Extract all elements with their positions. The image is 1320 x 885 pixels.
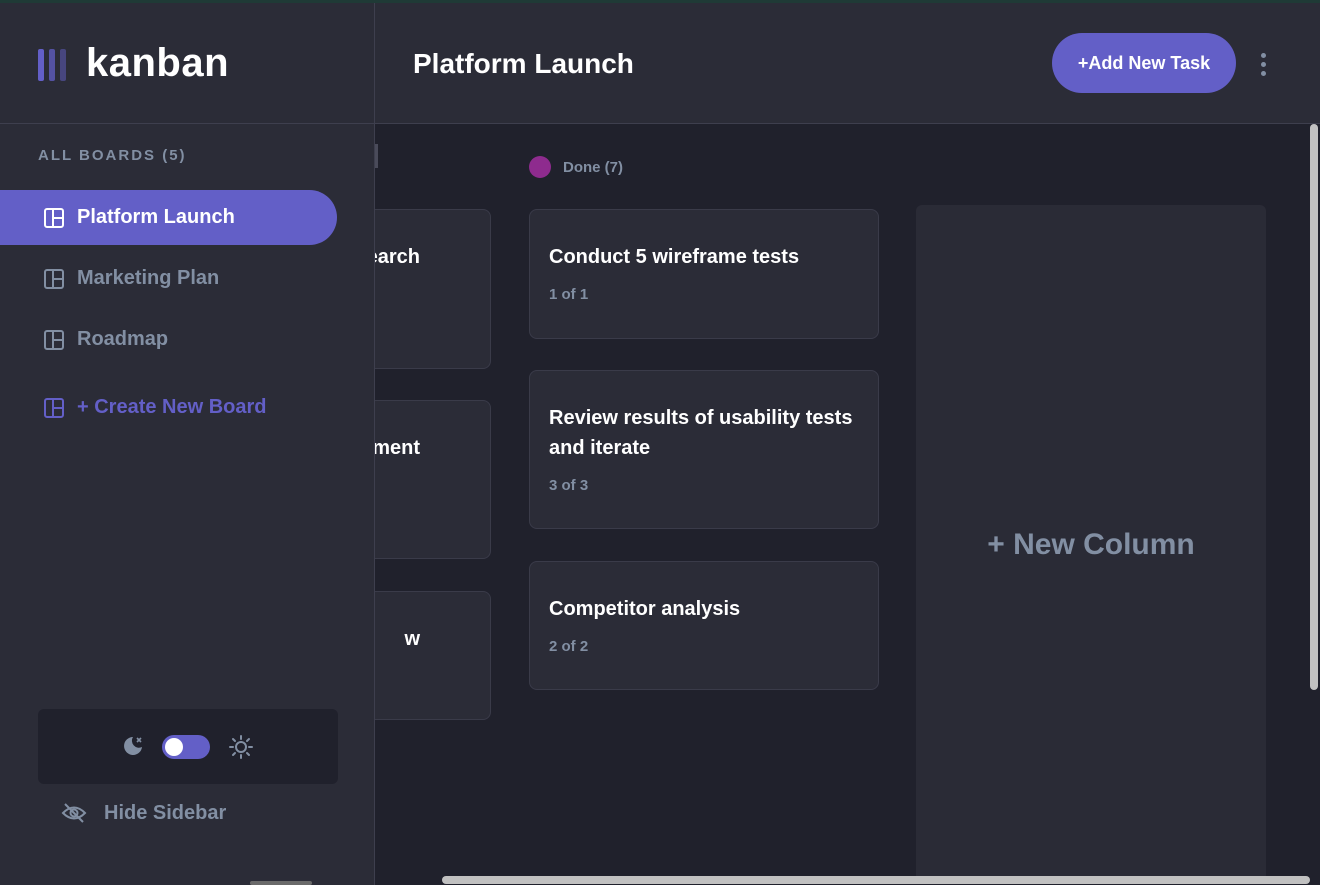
task-card[interactable]: Competitor analysis 2 of 2 [529, 561, 879, 690]
task-card-title: w [404, 628, 420, 650]
task-card-title: Competitor analysis [549, 598, 741, 620]
task-card-title: ment [375, 437, 420, 459]
new-column-button[interactable]: + New Column [916, 205, 1266, 876]
column-title: Done (7) [563, 158, 623, 176]
kebab-menu-icon[interactable] [1254, 51, 1274, 81]
horizontal-scrollbar[interactable] [442, 876, 1310, 884]
task-card[interactable]: earch [375, 209, 491, 369]
column-header-done: Done (7) [529, 156, 623, 178]
column-header-fragment [375, 144, 378, 168]
sidebar-item-label: Platform Launch [77, 206, 235, 228]
vertical-scrollbar[interactable] [1310, 124, 1318, 690]
task-card[interactable]: w [375, 591, 491, 720]
create-new-board-button[interactable]: + Create New Board [0, 380, 337, 435]
hide-sidebar-label: Hide Sidebar [104, 801, 227, 824]
task-card-subtasks: 1 of 1 [549, 286, 589, 303]
task-card-title: Conduct 5 wireframe tests [549, 246, 800, 268]
all-boards-heading: ALL BOARDS (5) [38, 147, 187, 164]
create-board-label: + Create New Board [77, 396, 267, 418]
board-icon [44, 268, 64, 289]
sidebar-item-label: Marketing Plan [77, 267, 220, 289]
app-header: kanban Platform Launch +Add New Task [0, 3, 1320, 124]
sidebar-item-label: Roadmap [77, 328, 169, 350]
board-icon [44, 397, 64, 418]
sidebar-item-roadmap[interactable]: Roadmap [0, 312, 337, 367]
sidebar: ALL BOARDS (5) Platform Launch Marketing… [0, 124, 375, 885]
column-color-dot [529, 156, 551, 178]
moon-icon [124, 737, 142, 755]
task-card-title: Review results of usability tests and it… [549, 407, 853, 459]
task-card[interactable]: ment [375, 400, 491, 559]
logo-text: kanban [86, 41, 230, 85]
theme-toggle[interactable] [162, 735, 210, 759]
kanban-logo-icon [38, 49, 70, 81]
sidebar-item-marketing-plan[interactable]: Marketing Plan [0, 251, 337, 306]
task-card-subtasks: 3 of 3 [549, 477, 589, 494]
task-card-subtasks: 2 of 2 [549, 638, 589, 655]
task-card[interactable]: Review results of usability tests and it… [529, 370, 879, 529]
sidebar-item-platform-launch[interactable]: Platform Launch [0, 190, 337, 245]
sun-icon [229, 735, 253, 759]
logo-area: kanban [0, 3, 375, 123]
board-area: earch ment w Done (7) Conduct 5 wirefram… [375, 124, 1310, 876]
board-icon [44, 329, 64, 350]
task-card[interactable]: Conduct 5 wireframe tests 1 of 1 [529, 209, 879, 339]
theme-switcher [38, 709, 338, 784]
eye-slash-icon [61, 803, 87, 823]
toggle-knob [165, 738, 183, 756]
page-title: Platform Launch [413, 48, 634, 79]
add-new-task-button[interactable]: +Add New Task [1052, 33, 1236, 93]
hide-sidebar-button[interactable]: Hide Sidebar [60, 796, 226, 830]
task-card-title: earch [375, 246, 420, 268]
sidebar-scrollbar[interactable] [250, 881, 312, 885]
board-icon [44, 207, 64, 228]
